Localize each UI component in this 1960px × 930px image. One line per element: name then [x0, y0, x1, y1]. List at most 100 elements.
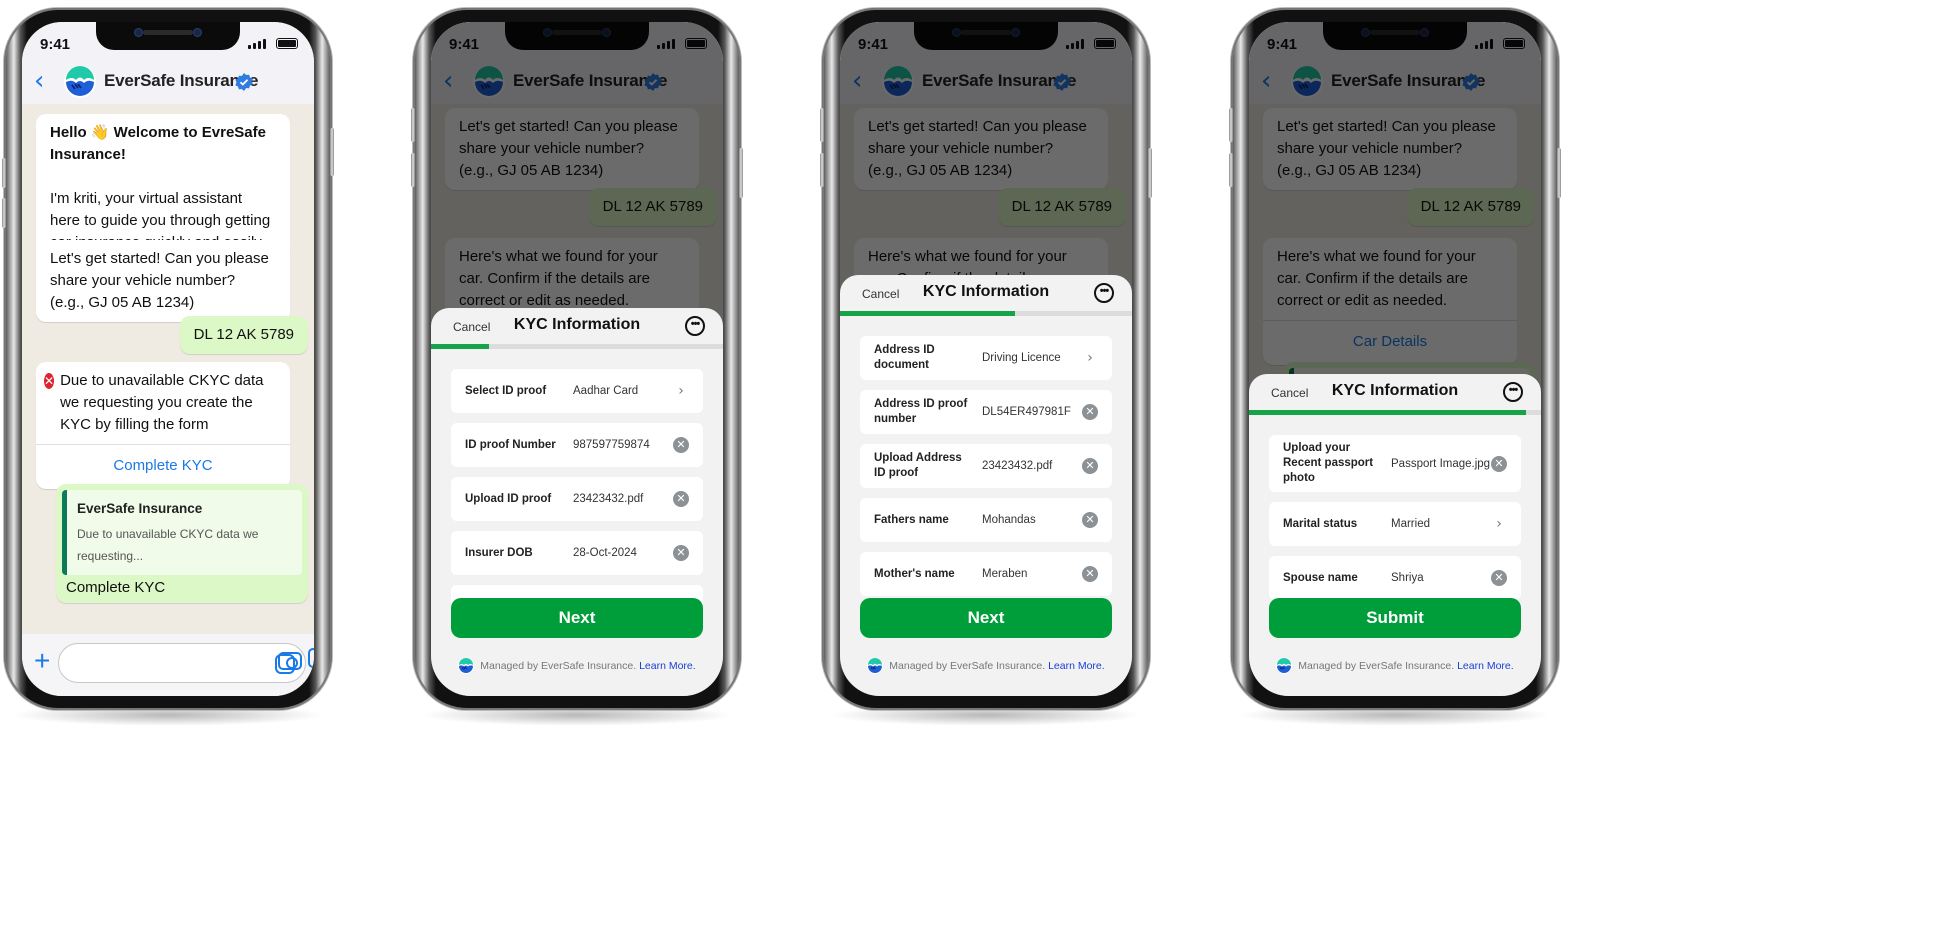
kyc-sheet: Cancel KYC Information ••• Address ID do…: [840, 275, 1132, 696]
error-icon: ✕: [44, 373, 55, 389]
notch: [96, 22, 240, 50]
field-value[interactable]: 987597759874: [565, 439, 673, 451]
footer-text: Managed by EverSafe Insurance.: [889, 659, 1046, 672]
learn-more-link[interactable]: Learn More.: [1048, 660, 1105, 672]
message-input[interactable]: [58, 643, 306, 683]
kyc-progress-bar: [840, 311, 1132, 316]
kyc-form-row[interactable]: Address ID proof number DL54ER497981F ✕: [860, 390, 1112, 434]
clear-field-icon[interactable]: ✕: [1491, 570, 1507, 586]
eversafe-logo: [64, 66, 96, 98]
kyc-form-row[interactable]: Upload your Recent passport photo Passpor…: [1269, 435, 1521, 492]
field-label: Select ID proof: [465, 384, 547, 397]
clear-field-icon[interactable]: ✕: [1491, 455, 1507, 472]
kyc-form-row[interactable]: Select ID proof Aadhar Card ›: [451, 369, 703, 413]
field-value[interactable]: Mohandas: [974, 514, 1082, 526]
clear-field-icon[interactable]: ✕: [1082, 404, 1098, 420]
phone-chat-screen: 9:41 ‹ EverSafe Insurance Hello 👋 Welcom…: [2, 8, 334, 726]
learn-more-link[interactable]: Learn More.: [639, 660, 696, 672]
chevron-right-icon[interactable]: ›: [673, 383, 689, 399]
kyc-form: Upload your Recent passport photo Passpor…: [1249, 415, 1541, 600]
phone-kyc-step-3: 9:41 ‹ EverSafe Insurance Let's get star…: [1229, 8, 1561, 726]
clear-field-icon[interactable]: ✕: [673, 491, 689, 507]
chevron-right-icon[interactable]: ›: [1491, 516, 1507, 532]
kyc-form-row[interactable]: ID proof Number 987597759874 ✕: [451, 423, 703, 467]
power-button: [330, 128, 334, 176]
kyc-form-row[interactable]: Upload Address ID proof 23423432.pdf ✕: [860, 444, 1112, 488]
field-value[interactable]: Driving Licence: [974, 352, 1082, 364]
field-value[interactable]: 23423432.pdf: [565, 493, 673, 505]
kyc-form-row[interactable]: Address ID document Driving Licence ›: [860, 336, 1112, 380]
verified-badge-icon: [234, 72, 254, 92]
kyc-form-row[interactable]: Insurer DOB 28-Oct-2024 ✕: [451, 531, 703, 575]
quoted-message[interactable]: EverSafe Insurance Due to unavailable CK…: [62, 490, 302, 575]
user-reply-text: DL 12 AK 5789: [193, 326, 294, 343]
screen: 9:41 ‹ EverSafe Insurance Let's get star…: [840, 22, 1132, 696]
clear-field-icon[interactable]: ✕: [673, 437, 689, 453]
more-options-icon[interactable]: •••: [685, 316, 705, 336]
footer-text: Managed by EverSafe Insurance.: [1298, 659, 1455, 672]
plus-icon[interactable]: +: [34, 647, 50, 675]
sheet-title: KYC Information: [513, 316, 641, 333]
sheet-title: KYC Information: [1331, 382, 1459, 399]
kyc-sheet: Cancel KYC Information ••• Upload your R…: [1249, 374, 1541, 696]
kyc-form-row[interactable]: Spouse name Shriya ✕: [1269, 556, 1521, 600]
screen: 9:41 ‹ EverSafe Insurance Let's get star…: [1249, 22, 1541, 696]
managed-by-footer: Managed by EverSafe Insurance. Learn Mor…: [431, 658, 723, 674]
message-input-bar: +: [22, 634, 314, 696]
field-value[interactable]: Meraben: [974, 568, 1082, 580]
eversafe-logo: [867, 658, 884, 674]
quote-text: Due to unavailable CKYC data we requesti…: [77, 527, 259, 563]
next-button[interactable]: Next: [451, 598, 703, 638]
field-label: Address ID document: [874, 344, 935, 371]
kyc-form-row[interactable]: Mother's name Meraben ✕: [860, 552, 1112, 596]
camera-icon[interactable]: [278, 652, 302, 670]
field-value[interactable]: 23423432.pdf: [974, 460, 1082, 472]
volume-down-button: [820, 153, 824, 187]
field-value[interactable]: Shriya: [1383, 572, 1491, 584]
field-value[interactable]: Aadhar Card: [565, 385, 673, 397]
complete-kyc-button[interactable]: Complete KYC: [36, 445, 290, 489]
managed-by-footer: Managed by EverSafe Insurance. Learn Mor…: [840, 658, 1132, 674]
more-options-icon[interactable]: •••: [1094, 283, 1114, 303]
clear-field-icon[interactable]: ✕: [1082, 512, 1098, 528]
field-value[interactable]: Passport Image.jpg: [1383, 458, 1491, 470]
chat-area: Hello 👋 Welcome to EvreSafe Insurance! I…: [22, 104, 314, 696]
sheet-header: Cancel KYC Information •••: [840, 275, 1132, 311]
volume-up-button: [2, 158, 6, 188]
field-value[interactable]: Married: [1383, 518, 1491, 530]
field-label: Upload ID proof: [465, 492, 552, 505]
submit-button[interactable]: Submit: [1269, 598, 1521, 638]
field-label: Marital status: [1283, 517, 1358, 530]
clear-field-icon[interactable]: ✕: [1082, 458, 1098, 474]
field-label: Address ID proof number: [874, 398, 968, 425]
clear-field-icon[interactable]: ✕: [673, 545, 689, 561]
microphone-icon[interactable]: [308, 648, 314, 668]
power-button: [739, 148, 743, 198]
next-button[interactable]: Next: [860, 598, 1112, 638]
kyc-form-row[interactable]: Marital status Married ›: [1269, 502, 1521, 546]
kyc-form-row[interactable]: Upload ID proof 23423432.pdf ✕: [451, 477, 703, 521]
vehicle-prompt-message: Let's get started! Can you please share …: [36, 240, 290, 322]
quoted-reply-message: EverSafe Insurance Due to unavailable CK…: [56, 484, 308, 603]
clear-field-icon[interactable]: ✕: [1082, 566, 1098, 582]
sheet-title: KYC Information: [922, 283, 1050, 300]
volume-up-button: [820, 108, 824, 142]
kyc-progress-bar: [431, 344, 723, 349]
volume-down-button: [411, 153, 415, 187]
field-value[interactable]: DL54ER497981F: [974, 406, 1082, 418]
phone-kyc-step-1: 9:41 ‹ EverSafe Insurance Let's get star…: [411, 8, 743, 726]
volume-up-button: [411, 108, 415, 142]
kyc-form: Address ID document Driving Licence › Addre…: [840, 316, 1132, 596]
quote-reply-text: Complete KYC: [66, 579, 166, 596]
progress-fill: [431, 344, 490, 349]
chevron-right-icon[interactable]: ›: [1082, 350, 1098, 366]
signal-icon: [248, 39, 266, 49]
chevron-left-icon[interactable]: ‹: [34, 68, 44, 94]
field-label: Spouse name: [1283, 571, 1358, 584]
field-value[interactable]: 28-Oct-2024: [565, 547, 673, 559]
learn-more-link[interactable]: Learn More.: [1457, 660, 1514, 672]
volume-up-button: [1229, 108, 1233, 142]
kyc-form-row[interactable]: Fathers name Mohandas ✕: [860, 498, 1112, 542]
more-options-icon[interactable]: •••: [1503, 382, 1523, 402]
quote-sender: EverSafe Insurance: [77, 501, 203, 516]
